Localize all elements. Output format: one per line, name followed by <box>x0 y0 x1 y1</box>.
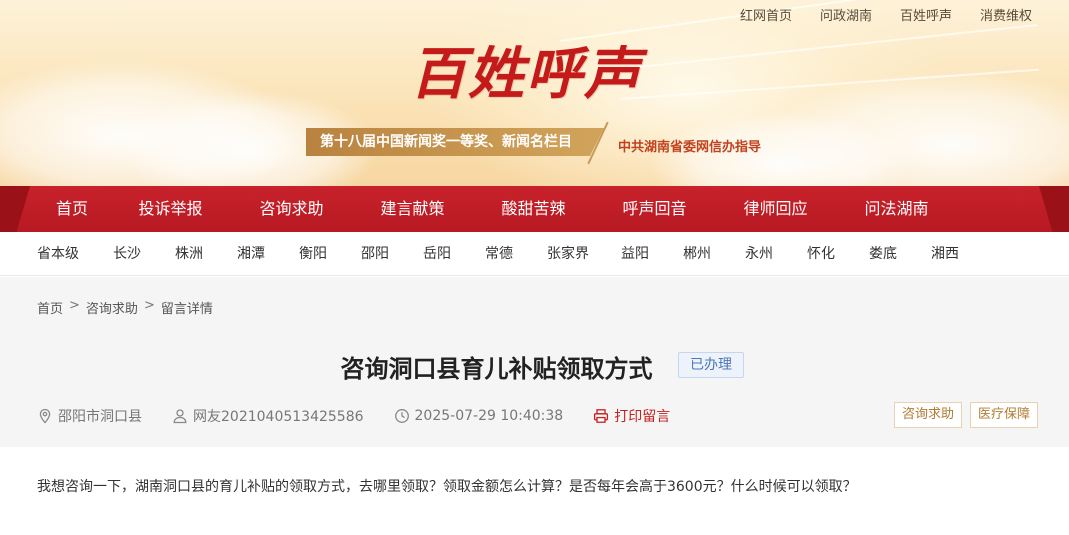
meta-location: 邵阳市洞口县 <box>37 406 142 426</box>
nav-item-echo[interactable]: 呼声回音 <box>594 186 715 232</box>
breadcrumb-separator: > <box>143 298 155 313</box>
print-button[interactable]: 打印留言 <box>593 406 670 426</box>
location-pin-icon <box>39 408 51 424</box>
breadcrumb-home[interactable]: 首页 <box>37 298 63 317</box>
city-item-shaoyang[interactable]: 邵阳 <box>361 232 389 276</box>
meta-author: 网友2021040513425586 <box>172 406 364 426</box>
guidance-text: 中共湖南省委网信办指导 <box>618 140 762 155</box>
top-link-hongwang-home[interactable]: 红网首页 <box>740 5 792 24</box>
city-item-chenzhou[interactable]: 郴州 <box>683 232 711 276</box>
city-item-huaihua[interactable]: 怀化 <box>807 232 835 276</box>
city-nav: 省本级 长沙 株洲 湘潭 衡阳 邵阳 岳阳 常德 张家界 益阳 郴州 永州 怀化… <box>0 232 1069 276</box>
city-item-changde[interactable]: 常德 <box>485 232 513 276</box>
city-item-yueyang[interactable]: 岳阳 <box>423 232 451 276</box>
post-title: 咨询洞口县育儿补贴领取方式 <box>340 355 653 383</box>
city-item-hengyang[interactable]: 衡阳 <box>299 232 327 276</box>
clock-icon <box>394 409 409 423</box>
breadcrumb-consult[interactable]: 咨询求助 <box>86 298 138 317</box>
meta-datetime: 2025-07-29 10:40:38 <box>394 408 564 424</box>
city-nav-items: 省本级 长沙 株洲 湘潭 衡阳 邵阳 岳阳 常德 张家界 益阳 郴州 永州 怀化… <box>37 232 993 276</box>
city-item-zhuzhou[interactable]: 株洲 <box>175 232 203 276</box>
top-link-wenzheng-hunan[interactable]: 问政湖南 <box>820 5 872 24</box>
city-item-changsha[interactable]: 长沙 <box>113 232 141 276</box>
breadcrumb: 首页 > 咨询求助 > 留言详情 <box>37 298 213 317</box>
status-badge: 已办理 <box>678 352 744 378</box>
tag-medical-security[interactable]: 医疗保障 <box>969 402 1038 428</box>
post-header-panel: 首页 > 咨询求助 > 留言详情 咨询洞口县育儿补贴领取方式 已办理 邵阳市洞口… <box>0 277 1069 447</box>
nav-item-life-stories[interactable]: 酸甜苦辣 <box>473 186 594 232</box>
post-body: 我想咨询一下，湖南洞口县的育儿补贴的领取方式，去哪里领取？领取金额怎么计算？是否… <box>37 479 857 495</box>
site-banner: 红网首页 问政湖南 百姓呼声 消费维权 百姓呼声 第十八届中国新闻奖一等奖、新闻… <box>0 0 1069 188</box>
city-item-yongzhou[interactable]: 永州 <box>745 232 773 276</box>
main-nav-items: 首页 投诉举报 咨询求助 建言献策 酸甜苦辣 呼声回音 律师回应 问法湖南 <box>38 186 957 232</box>
tag-consult[interactable]: 咨询求助 <box>893 402 962 428</box>
post-meta: 邵阳市洞口县 网友2021040513425586 2025-07-29 10:… <box>37 406 700 426</box>
top-link-consumer-rights[interactable]: 消费维权 <box>980 5 1032 24</box>
city-item-xiangxi[interactable]: 湘西 <box>931 232 959 276</box>
city-item-xiangtan[interactable]: 湘潭 <box>237 232 265 276</box>
meta-datetime-text: 2025-07-29 10:40:38 <box>414 408 564 424</box>
print-button-label: 打印留言 <box>614 409 671 425</box>
user-icon <box>173 409 187 424</box>
city-item-zhangjiajie[interactable]: 张家界 <box>547 232 589 276</box>
meta-location-text: 邵阳市洞口县 <box>58 409 142 425</box>
nav-item-complaint[interactable]: 投诉举报 <box>110 186 231 232</box>
nav-item-law-hunan[interactable]: 问法湖南 <box>836 186 957 232</box>
city-item-loudi[interactable]: 娄底 <box>869 232 897 276</box>
post-tags: 咨询求助 医疗保障 <box>893 402 1038 428</box>
site-logo-title: 百姓呼声 <box>410 41 642 107</box>
nav-item-suggestion[interactable]: 建言献策 <box>352 186 473 232</box>
nav-item-consult[interactable]: 咨询求助 <box>231 186 352 232</box>
top-link-baixing-husheng[interactable]: 百姓呼声 <box>900 5 952 24</box>
main-nav: 首页 投诉举报 咨询求助 建言献策 酸甜苦辣 呼声回音 律师回应 问法湖南 <box>0 186 1069 232</box>
nav-item-lawyer[interactable]: 律师回应 <box>715 186 836 232</box>
nav-item-home[interactable]: 首页 <box>38 186 110 232</box>
top-links: 红网首页 问政湖南 百姓呼声 消费维权 <box>740 5 1032 24</box>
award-badge: 第十八届中国新闻奖一等奖、新闻名栏目 <box>306 128 604 156</box>
breadcrumb-separator: > <box>69 298 80 313</box>
meta-author-text: 网友2021040513425586 <box>193 409 364 425</box>
city-item-yiyang[interactable]: 益阳 <box>621 232 649 276</box>
city-item-province[interactable]: 省本级 <box>37 232 79 276</box>
printer-icon <box>594 409 609 423</box>
breadcrumb-current: 留言详情 <box>160 302 213 317</box>
